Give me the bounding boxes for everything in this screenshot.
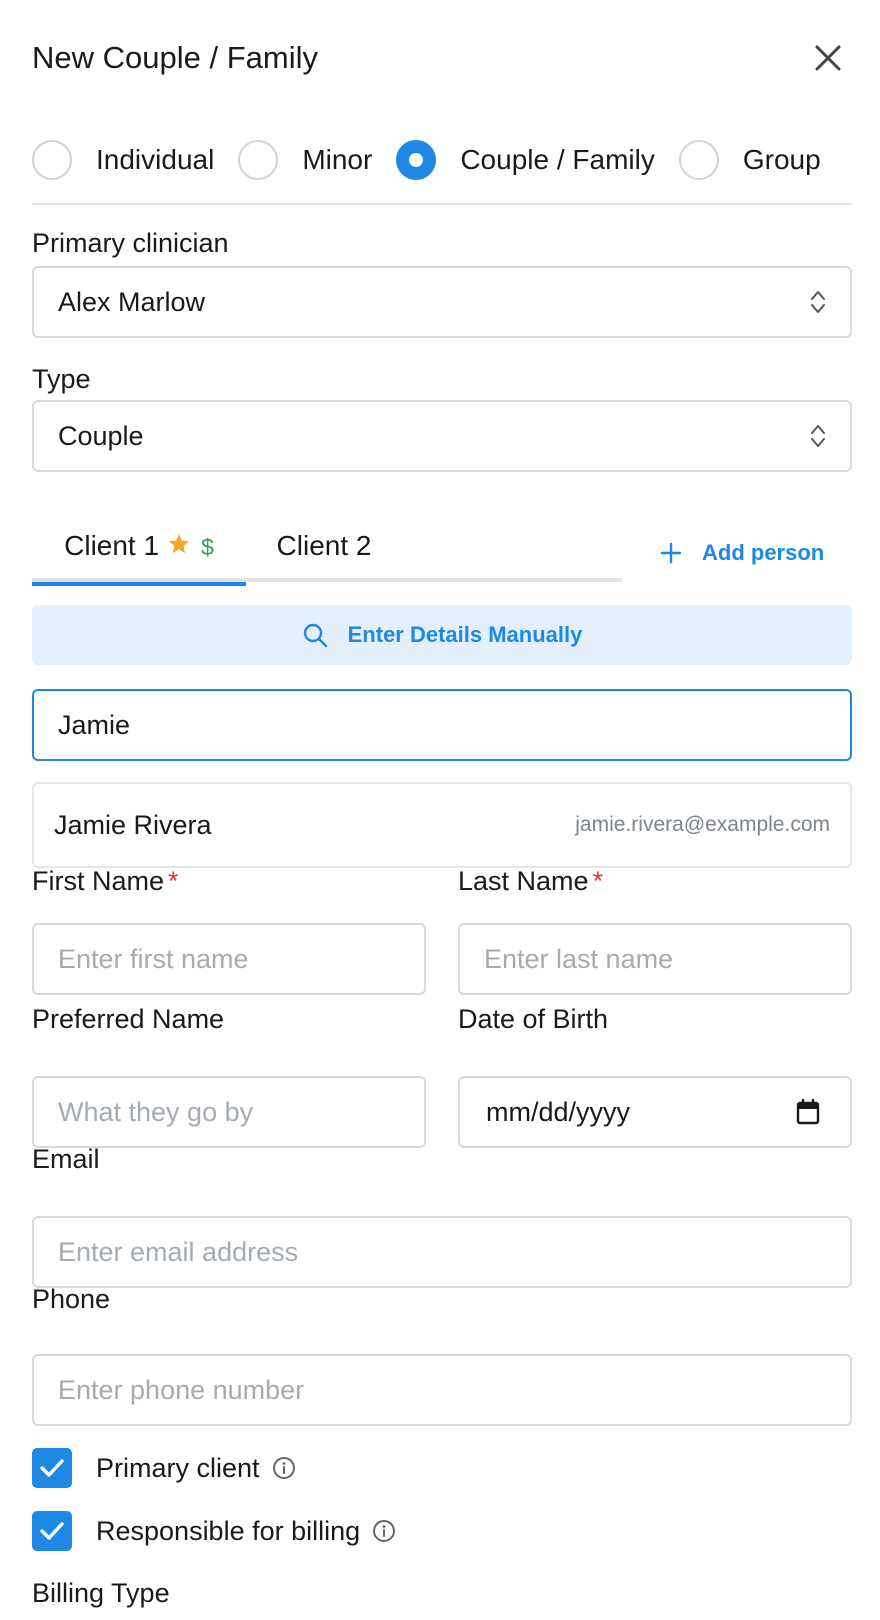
first-name-input[interactable] bbox=[32, 923, 426, 995]
add-person-label: Add person bbox=[702, 540, 825, 565]
primary-clinician-label: Primary clinician bbox=[32, 228, 229, 258]
tab-client-1[interactable]: Client 1 $ bbox=[32, 520, 246, 586]
select-arrows-icon bbox=[811, 425, 825, 447]
preferred-name-label: Preferred Name bbox=[32, 1004, 225, 1034]
tab-label: Client 2 bbox=[276, 530, 372, 561]
suggestion-email: jamie.rivera@example.com bbox=[575, 813, 830, 836]
add-person-button[interactable]: Add person bbox=[660, 540, 824, 566]
section-divider bbox=[32, 203, 852, 205]
radio-button-selected[interactable] bbox=[396, 140, 437, 180]
radio-label: Minor bbox=[302, 144, 373, 175]
required-marker: * bbox=[168, 866, 179, 896]
client-kind-radio-group: Individual Minor Couple / Family Group bbox=[32, 138, 852, 182]
primary-client-checkbox[interactable] bbox=[32, 1448, 72, 1488]
client-suggestion-item[interactable]: Jamie Rivera jamie.rivera@example.com bbox=[32, 782, 852, 868]
info-icon[interactable] bbox=[272, 1456, 296, 1480]
radio-minor[interactable]: Minor bbox=[238, 140, 372, 180]
date-of-birth-input[interactable]: mm/dd/yyyy bbox=[458, 1076, 852, 1148]
email-label: Email bbox=[32, 1144, 100, 1174]
primary-client-label: Primary client bbox=[96, 1452, 260, 1483]
client-tabs: Client 1 $ Client 2 bbox=[32, 520, 622, 586]
email-input[interactable] bbox=[32, 1216, 852, 1288]
date-of-birth-value: mm/dd/yyyy bbox=[486, 1096, 631, 1127]
search-icon bbox=[303, 623, 327, 648]
radio-individual[interactable]: Individual bbox=[32, 140, 214, 180]
enter-details-manually-label: Enter Details Manually bbox=[347, 622, 583, 647]
primary-client-checkbox-row[interactable]: Primary client bbox=[32, 1448, 296, 1488]
billing-type-label: Billing Type bbox=[32, 1578, 170, 1608]
dollar-icon: $ bbox=[201, 534, 214, 560]
phone-input[interactable] bbox=[32, 1354, 852, 1426]
last-name-label-text: Last Name bbox=[458, 866, 589, 896]
info-icon[interactable] bbox=[372, 1519, 396, 1543]
suggestion-name: Jamie Rivera bbox=[54, 809, 212, 840]
close-button[interactable] bbox=[808, 38, 848, 78]
radio-button[interactable] bbox=[32, 140, 72, 180]
preferred-name-input[interactable] bbox=[32, 1076, 426, 1148]
dialog-title: New Couple / Family bbox=[32, 40, 318, 75]
calendar-icon[interactable] bbox=[796, 1099, 820, 1125]
required-marker: * bbox=[592, 866, 604, 896]
type-label: Type bbox=[32, 364, 91, 394]
plus-icon bbox=[660, 542, 682, 564]
primary-clinician-select[interactable]: Alex Marlow bbox=[32, 266, 852, 338]
last-name-input[interactable] bbox=[458, 923, 852, 995]
radio-group[interactable]: Group bbox=[678, 140, 821, 180]
radio-couple-family[interactable]: Couple / Family bbox=[396, 140, 655, 180]
tab-label: Client 1 bbox=[64, 530, 160, 561]
type-select[interactable]: Couple bbox=[32, 400, 852, 472]
last-name-label: Last Name * bbox=[458, 866, 603, 897]
responsible-billing-label: Responsible for billing bbox=[96, 1515, 361, 1546]
type-value: Couple bbox=[58, 420, 144, 451]
radio-label: Couple / Family bbox=[460, 144, 655, 175]
radio-button[interactable] bbox=[238, 140, 279, 180]
check-icon bbox=[40, 1459, 64, 1477]
first-name-label: First Name * bbox=[32, 866, 179, 897]
responsible-billing-checkbox[interactable] bbox=[32, 1511, 72, 1551]
dialog-header: New Couple / Family bbox=[32, 38, 848, 82]
first-name-label-text: First Name bbox=[32, 866, 165, 896]
tab-client-2[interactable]: Client 2 bbox=[246, 520, 402, 582]
responsible-billing-checkbox-row[interactable]: Responsible for billing bbox=[32, 1511, 396, 1551]
client-search-input[interactable] bbox=[32, 689, 852, 761]
primary-clinician-value: Alex Marlow bbox=[58, 286, 206, 317]
select-arrows-icon bbox=[811, 291, 825, 313]
star-icon bbox=[169, 534, 190, 553]
phone-label: Phone bbox=[32, 1284, 111, 1314]
radio-label: Individual bbox=[96, 144, 215, 175]
enter-details-manually-button[interactable]: Enter Details Manually bbox=[32, 605, 852, 665]
check-icon bbox=[40, 1522, 64, 1540]
close-icon bbox=[815, 45, 841, 71]
radio-label: Group bbox=[742, 144, 821, 175]
date-of-birth-label: Date of Birth bbox=[458, 1004, 609, 1034]
radio-button[interactable] bbox=[678, 140, 719, 180]
